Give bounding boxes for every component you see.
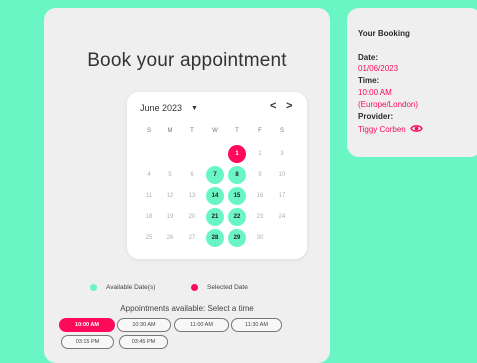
unavailable-date: 12 [166,193,174,199]
page-title: Book your appointment [87,50,287,71]
unavailable-date: 16 [256,193,264,199]
booking-summary: Your Booking Date: 01/06/2023 Time: 10:0… [347,8,477,157]
eye-icon[interactable] [409,124,423,135]
date-label: Date: [358,53,379,62]
time-slot-button[interactable]: 03:45 PM [119,335,168,349]
available-date[interactable]: 22 [228,208,246,226]
unavailable-date: 17 [278,193,286,199]
weekday-label: T [235,128,239,134]
unavailable-date: 10 [278,172,286,178]
month-dropdown[interactable]: June 2023 ▼ [140,103,198,113]
unavailable-date: 13 [188,193,196,199]
selected-dot-icon [191,284,198,291]
available-date[interactable]: 7 [206,166,224,184]
selected-date[interactable]: 1 [228,145,246,163]
timezone-value: (Europe/London) [358,100,419,109]
weekday-label: M [167,128,173,134]
unavailable-date: 4 [147,172,151,178]
unavailable-date: 3 [280,151,284,157]
available-dot-icon [90,284,97,291]
time-slot-button[interactable]: 03:15 PM [61,335,114,349]
prev-month-button[interactable]: < [270,100,276,112]
calendar: June 2023 ▼ < > S M T W T F S 1 2 3 4 5 6 7 8 9 10 11 12 13… [127,92,307,259]
unavailable-date: 26 [166,235,174,241]
unavailable-date: 23 [256,214,264,220]
legend-selected: Selected Date [191,284,248,291]
summary-heading: Your Booking [358,29,410,38]
unavailable-date: 24 [278,214,286,220]
available-date[interactable]: 8 [228,166,246,184]
legend-available-label: Available Date(s) [106,284,156,291]
time-slot-button[interactable]: 11:30 AM [231,318,282,332]
provider-label: Provider: [358,112,394,121]
available-date[interactable]: 14 [206,187,224,205]
unavailable-date: 11 [145,193,153,199]
unavailable-date: 27 [188,235,196,241]
caret-down-icon: ▼ [191,104,198,112]
time-value: 10:00 AM [358,88,392,97]
legend-selected-label: Selected Date [207,284,248,291]
weekday-label: W [212,128,218,134]
date-value: 01/06/2023 [358,64,399,73]
provider-value: Tiggy Corben [358,125,406,134]
unavailable-date: 19 [166,214,174,220]
unavailable-date: 9 [258,172,262,178]
booking-card: Book your appointment June 2023 ▼ < > S M… [44,8,330,363]
unavailable-date: 18 [145,214,153,220]
time-label: Time: [358,76,380,85]
time-slot-button[interactable]: 10:30 AM [117,318,171,332]
available-date[interactable]: 28 [206,229,224,247]
month-label: June 2023 [140,103,183,113]
available-date[interactable]: 15 [228,187,246,205]
weekday-label: T [190,128,194,134]
available-date[interactable]: 21 [206,208,224,226]
unavailable-date: 6 [190,172,194,178]
unavailable-date: 5 [168,172,172,178]
next-month-button[interactable]: > [286,100,292,112]
time-slot-button[interactable]: 11:00 AM [174,318,229,332]
legend-available: Available Date(s) [90,284,155,291]
unavailable-date: 30 [256,235,264,241]
available-date[interactable]: 29 [228,229,246,247]
availability-text: Appointments available: Select a time [120,304,254,313]
unavailable-date: 2 [258,151,262,157]
provider-row: Tiggy Corben [358,124,423,135]
unavailable-date: 20 [188,214,196,220]
weekday-label: F [258,128,262,134]
weekday-label: S [279,128,284,134]
time-slot-button[interactable]: 10:00 AM [59,318,115,332]
weekday-label: S [146,128,151,134]
unavailable-date: 25 [145,235,153,241]
